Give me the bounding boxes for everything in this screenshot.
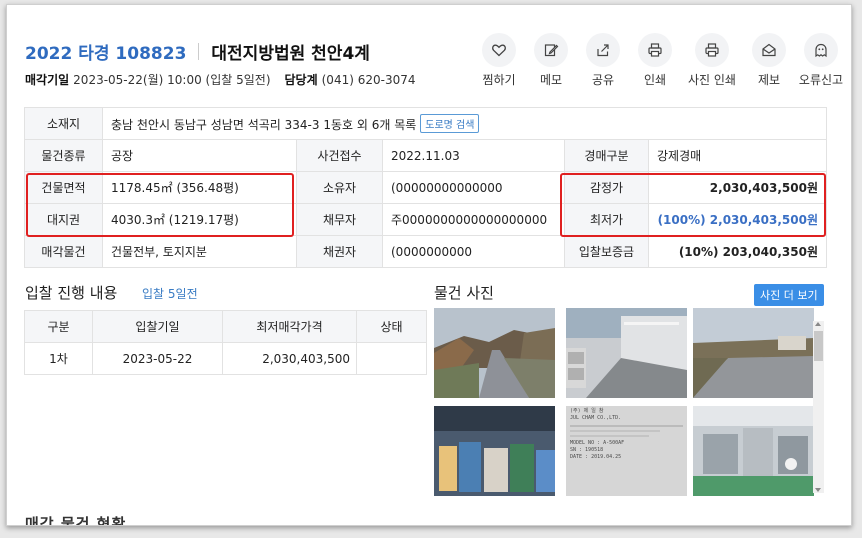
sale-date-value: 2023-05-22(월) 10:00 (입찰 5일전): [73, 73, 271, 87]
nameplate-line: SN : 190518: [570, 447, 604, 453]
nameplate-rule: [570, 435, 650, 437]
area-highlight-box: [26, 173, 294, 237]
address-cell: 충남 천안시 동남구 성남면 석곡리 334-3 1동호 외 6개 목록 도로명 …: [102, 107, 827, 140]
auction-type-label: 경매구분: [564, 139, 649, 172]
column-header: 최저매각가격: [222, 310, 357, 343]
share-label: 공유: [591, 73, 615, 87]
printer-icon: [695, 33, 729, 67]
wishlist-label: 찜하기: [482, 73, 516, 87]
heart-icon: [482, 33, 516, 67]
property-photo[interactable]: (주) 제 일 참 JUL CHAM CO.,LTD. MODEL NO : A…: [566, 406, 687, 496]
bid-date: 2023-05-22: [92, 342, 223, 375]
address-row: 소재지 충남 천안시 동남구 성남면 석곡리 334-3 1동호 외 6개 목록…: [24, 107, 827, 140]
property-photo[interactable]: [434, 308, 555, 398]
pencil-icon: [534, 33, 568, 67]
owner-value: (00000000000000: [382, 171, 565, 204]
address-value: 충남 천안시 동남구 성남면 석곡리 334-3 1동호 외 6개 목록: [111, 118, 417, 132]
sale-info-row: 매각기일 2023-05-22(월) 10:00 (입찰 5일전) 담당계 (0…: [25, 71, 429, 88]
nameplate-rule: [570, 430, 661, 432]
envelope-icon: [752, 33, 786, 67]
action-toolbar: 찜하기 메모 공유 인쇄 사진 인쇄 제보 오류신고: [473, 33, 847, 88]
bid-round: 1차: [24, 342, 93, 375]
deposit-value: (10%) 203,040,350원: [648, 235, 827, 268]
filed-date-value: 2022.11.03: [382, 139, 565, 172]
deposit-label: 입찰보증금: [564, 235, 649, 268]
scrollbar-thumb[interactable]: [814, 331, 823, 361]
column-header: 상태: [356, 310, 427, 343]
scroll-up-arrow-icon[interactable]: [815, 322, 821, 326]
court-name: 대전지방법원 천안4계: [211, 44, 370, 64]
bid-min-price: 2,030,403,500: [222, 342, 357, 375]
photo-gallery: (주) 제 일 참 JUL CHAM CO.,LTD. MODEL NO : A…: [434, 308, 824, 496]
property-photo[interactable]: [693, 308, 814, 398]
property-photo[interactable]: [434, 406, 555, 496]
property-photo[interactable]: [693, 406, 814, 496]
table-row: 1차 2023-05-22 2,030,403,500: [24, 342, 427, 375]
sale-date-label: 매각기일: [25, 73, 70, 87]
case-number: 2022 타경 108823: [25, 44, 187, 64]
print-button[interactable]: 인쇄: [629, 33, 681, 88]
nameplate-rule: [570, 425, 683, 427]
scroll-down-arrow-icon[interactable]: [815, 488, 821, 492]
nameplate-line: JUL CHAM CO.,LTD.: [570, 415, 622, 421]
bid-status: [356, 342, 427, 375]
creditor-value: (0000000000: [382, 235, 565, 268]
debtor-value: 주0000000000000000000: [382, 203, 565, 236]
debtor-label: 채무자: [296, 203, 383, 236]
next-section-title: 매각 물건 현황: [25, 515, 127, 526]
share-button[interactable]: 공유: [577, 33, 629, 88]
report-label: 제보: [757, 73, 781, 87]
bid-history-table: 구분 입찰기일 최저매각가격 상태 1차 2023-05-22 2,030,40…: [24, 310, 427, 375]
bid-section-subtitle: 입찰 5일전: [142, 287, 198, 301]
error-report-label: 오류신고: [798, 73, 844, 87]
photo-section-title: 물건 사진: [434, 284, 494, 302]
photo-print-button[interactable]: 사진 인쇄: [681, 33, 743, 88]
memo-label: 메모: [539, 73, 563, 87]
error-report-button[interactable]: 오류신고: [795, 33, 847, 88]
nameplate-text: (주) 제 일 참 JUL CHAM CO.,LTD. MODEL NO : A…: [570, 408, 683, 461]
creditor-label: 채권자: [296, 235, 383, 268]
dept-phone: (041) 620-3074: [321, 72, 416, 87]
title-divider: [198, 43, 200, 60]
sale-object-label: 매각물건: [24, 235, 103, 268]
photo-scrollbar[interactable]: [813, 321, 824, 493]
report-button[interactable]: 제보: [743, 33, 795, 88]
more-photos-button[interactable]: 사진 더 보기: [754, 284, 824, 306]
filed-date-label: 사건접수: [296, 139, 383, 172]
bid-table-header: 구분 입찰기일 최저매각가격 상태: [24, 310, 427, 343]
printer-icon: [638, 33, 672, 67]
bid-section-title: 입찰 진행 내용: [25, 284, 118, 302]
nameplate-line: (주) 제 일 참: [570, 408, 604, 414]
owner-label: 소유자: [296, 171, 383, 204]
memo-button[interactable]: 메모: [525, 33, 577, 88]
property-type-value: 공장: [102, 139, 297, 172]
share-icon: [586, 33, 620, 67]
auction-type-value: 강제경매: [648, 139, 827, 172]
nameplate-line: MODEL NO : A-500AF: [570, 440, 625, 446]
info-row: 물건종류 공장 사건접수 2022.11.03 경매구분 강제경매: [24, 139, 827, 172]
price-highlight-box: [560, 173, 826, 237]
auction-detail-window: 2022 타경 108823 대전지방법원 천안4계 매각기일 2023-05-…: [6, 4, 852, 526]
column-header: 입찰기일: [92, 310, 223, 343]
sale-object-value: 건물전부, 토지지분: [102, 235, 297, 268]
print-label: 인쇄: [643, 73, 667, 87]
column-header: 구분: [24, 310, 93, 343]
wishlist-button[interactable]: 찜하기: [473, 33, 525, 88]
photo-print-label: 사진 인쇄: [688, 73, 736, 87]
title-row: 2022 타경 108823 대전지방법원 천안4계: [25, 39, 370, 64]
ghost-icon: [804, 33, 838, 67]
nameplate-line: DATE : 2019.04.25: [570, 454, 622, 460]
dept-label: 담당계: [284, 73, 318, 87]
road-name-search-button[interactable]: 도로명 검색: [420, 114, 480, 133]
address-label: 소재지: [24, 107, 103, 140]
property-type-label: 물건종류: [24, 139, 103, 172]
property-photo[interactable]: [566, 308, 687, 398]
info-row: 매각물건 건물전부, 토지지분 채권자 (0000000000 입찰보증금 (1…: [24, 235, 827, 268]
